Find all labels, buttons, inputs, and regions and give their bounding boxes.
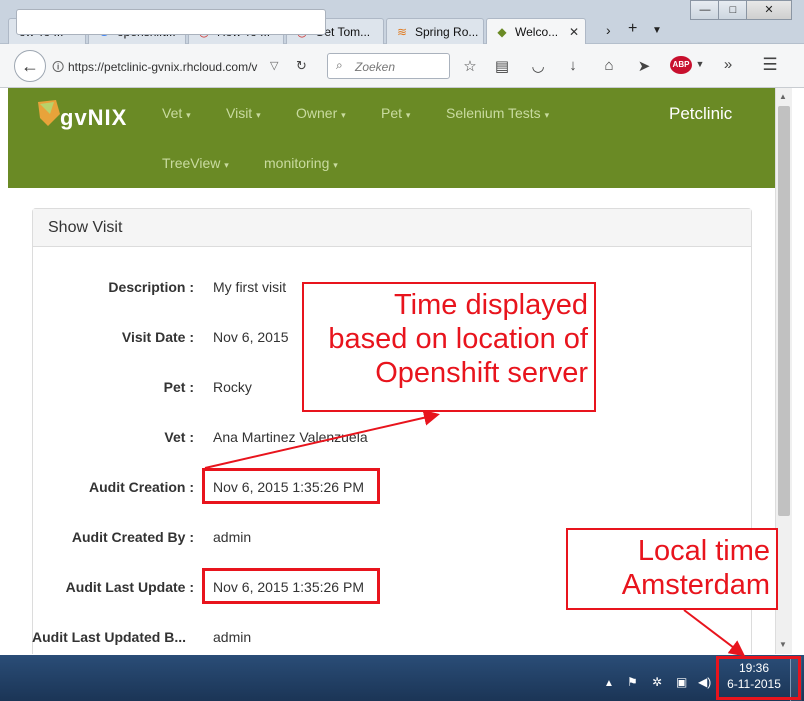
- field-label: Audit Last Updated B...: [32, 629, 186, 645]
- send-icon[interactable]: ➤: [634, 57, 654, 75]
- tray-expand-icon[interactable]: ▲: [604, 678, 614, 689]
- download-icon[interactable]: ↓: [563, 57, 583, 74]
- field-label: Audit Created By :: [71, 529, 194, 545]
- url-dropdown-icon[interactable]: ▽: [270, 59, 278, 72]
- home-icon[interactable]: ⌂: [599, 57, 619, 74]
- menu-treeview[interactable]: TreeView ▾: [162, 155, 229, 171]
- close-window-button[interactable]: ✕: [746, 0, 792, 20]
- tab-label: Spring Ro...: [415, 25, 479, 39]
- field-value: Rocky: [213, 379, 252, 395]
- flag-icon[interactable]: ⚑: [627, 675, 638, 689]
- menu-pet-label: Pet: [381, 105, 403, 121]
- info-icon[interactable]: 🛈: [52, 58, 64, 79]
- highlight-clock: [716, 656, 801, 700]
- caret-down-icon: ▾: [333, 160, 338, 170]
- tabs-scroll-right-icon[interactable]: ›: [606, 22, 611, 38]
- field-value: Ana Martinez Valenzuela: [213, 429, 368, 445]
- network-tray-icon[interactable]: ✲: [652, 675, 662, 689]
- bookmark-star-icon[interactable]: ☆: [460, 57, 480, 75]
- volume-icon[interactable]: ◀): [698, 675, 711, 689]
- tab-list-icon[interactable]: ▼: [652, 25, 662, 36]
- adblock-dropdown-icon[interactable]: ▼: [690, 59, 710, 69]
- back-button[interactable]: ←: [14, 50, 46, 82]
- tab-5[interactable]: ≋ Spring Ro...: [386, 18, 484, 45]
- display-tray-icon[interactable]: ▣: [676, 675, 687, 689]
- search-input[interactable]: Zoeken: [355, 60, 395, 74]
- menu-monitoring-label: monitoring: [264, 155, 330, 171]
- scroll-up-icon[interactable]: ▲: [779, 92, 787, 101]
- field-value: Nov 6, 2015: [213, 329, 289, 345]
- reading-list-icon[interactable]: ▤: [492, 57, 512, 75]
- highlight-audit-creation: [202, 468, 380, 504]
- callout-line: Amsterdam: [621, 569, 770, 601]
- stack-icon: ≋: [396, 25, 408, 39]
- app-navbar: gvNIX Vet ▾ Visit ▾ Owner ▾ Pet ▾ Seleni…: [8, 88, 775, 188]
- new-tab-icon[interactable]: +: [628, 20, 637, 38]
- field-label: Pet :: [163, 379, 194, 395]
- menu-owner[interactable]: Owner ▾: [296, 105, 346, 121]
- menu-selenium-tests[interactable]: Selenium Tests ▾: [446, 105, 549, 121]
- menu-treeview-label: TreeView: [162, 155, 221, 171]
- brand-link[interactable]: Petclinic: [669, 104, 732, 124]
- field-value: admin: [213, 529, 252, 545]
- caret-down-icon: ▾: [256, 110, 261, 120]
- field-label: Description :: [108, 279, 194, 295]
- panel-title: Show Visit: [33, 209, 751, 247]
- minimize-button[interactable]: —: [690, 0, 720, 20]
- field-label: Audit Last Update :: [65, 579, 194, 595]
- field-label: Audit Creation :: [89, 479, 194, 495]
- caret-down-icon: ▾: [341, 110, 346, 120]
- adblock-icon[interactable]: ABP: [670, 56, 692, 74]
- logo-text: gvNIX: [60, 105, 128, 130]
- overflow-icon[interactable]: »: [718, 56, 738, 73]
- callout-line: based on location of: [328, 323, 588, 355]
- menu-owner-label: Owner: [296, 105, 338, 121]
- pocket-icon[interactable]: ◡: [528, 57, 548, 75]
- tab-label: Welco...: [515, 25, 559, 39]
- maximize-button[interactable]: □: [718, 0, 748, 20]
- search-icon: ⌕: [336, 58, 343, 72]
- callout-line: Time displayed: [394, 289, 588, 321]
- caret-down-icon: ▾: [544, 110, 550, 120]
- callout-server-time: Time displayed based on location of Open…: [302, 282, 596, 412]
- close-tab-icon[interactable]: ✕: [569, 25, 579, 39]
- gvnix-icon: ◆: [497, 25, 507, 39]
- caret-down-icon: ▾: [405, 110, 411, 120]
- menu-vet-label: Vet: [162, 105, 183, 121]
- menu-icon[interactable]: ☰: [760, 55, 780, 75]
- field-label: Vet :: [164, 429, 194, 445]
- gvnix-logo-icon: [38, 100, 60, 126]
- callout-line: Openshift server: [375, 357, 588, 389]
- callout-local-time: Local time Amsterdam: [566, 528, 778, 610]
- callout-line: Local time: [637, 535, 770, 567]
- menu-pet[interactable]: Pet ▾: [381, 105, 410, 121]
- field-label: Visit Date :: [121, 329, 194, 345]
- field-value: My first visit: [213, 279, 287, 295]
- reload-icon[interactable]: ↻: [296, 58, 307, 74]
- menu-vet[interactable]: Vet ▾: [162, 105, 191, 121]
- caret-down-icon: ▾: [186, 110, 191, 120]
- menu-selenium-tests-label: Selenium Tests: [446, 105, 541, 121]
- menu-visit[interactable]: Visit ▾: [226, 105, 261, 121]
- url-text[interactable]: https://petclinic-gvnix.rhcloud.com/v: [68, 60, 264, 74]
- menu-visit-label: Visit: [226, 105, 253, 121]
- field-value: admin: [213, 629, 252, 645]
- menu-monitoring[interactable]: monitoring ▾: [264, 155, 338, 171]
- scroll-down-icon[interactable]: ▼: [779, 640, 787, 649]
- highlight-audit-last-update: [202, 568, 380, 604]
- caret-down-icon: ▾: [224, 160, 229, 170]
- tab-6-active[interactable]: ◆ Welco... ✕: [486, 18, 586, 46]
- url-bar[interactable]: [16, 9, 326, 35]
- scrollbar-thumb[interactable]: [778, 106, 790, 516]
